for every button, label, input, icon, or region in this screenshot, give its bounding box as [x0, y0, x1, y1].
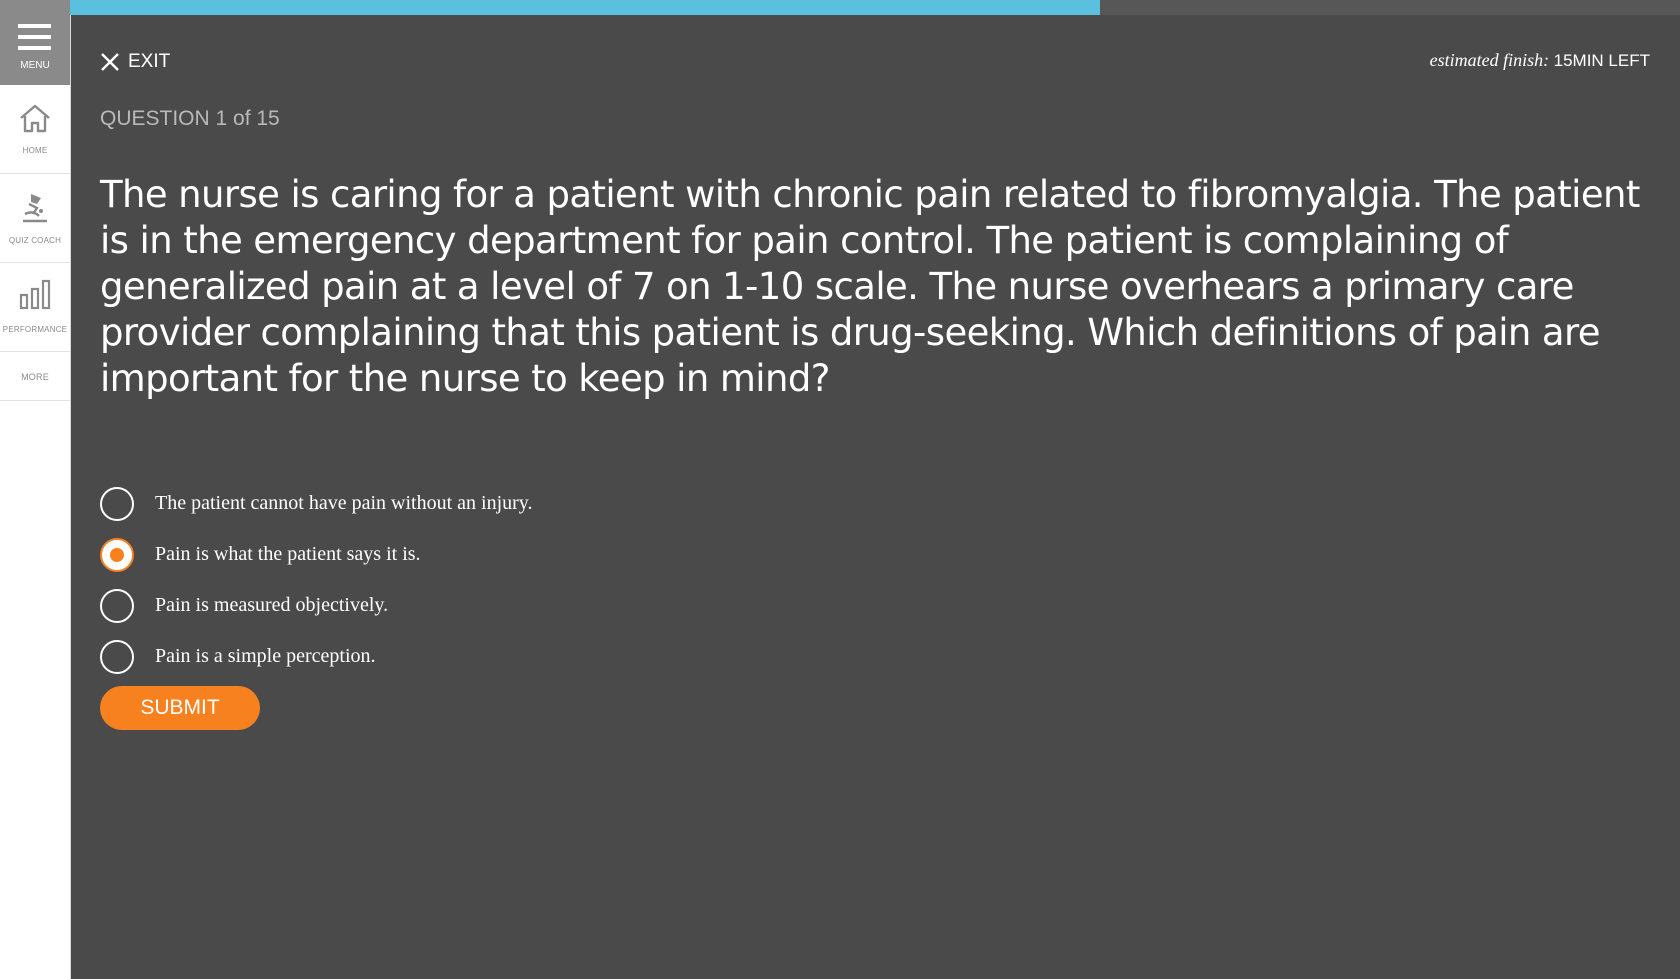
close-icon	[101, 53, 119, 71]
menu-button[interactable]: MENU	[0, 0, 70, 85]
progress-fill	[70, 0, 1101, 15]
sidebar-item-quiz-coach[interactable]: QUIZ COACH	[0, 174, 70, 263]
estimated-finish: estimated finish: 15MIN LEFT	[1430, 50, 1650, 71]
home-icon	[20, 104, 50, 133]
menu-label: MENU	[20, 60, 50, 71]
answer-option[interactable]: The patient cannot have pain without an …	[100, 478, 1000, 529]
answer-option[interactable]: Pain is a simple perception.	[100, 631, 1000, 682]
answer-option-text: Pain is what the patient says it is.	[155, 543, 421, 565]
sidebar-item-performance[interactable]: PERFORMANCE	[0, 263, 70, 352]
performance-chart-icon	[19, 279, 51, 310]
question-counter: QUESTION 1 of 15	[100, 107, 280, 130]
sidebar-item-label: PERFORMANCE	[2, 325, 68, 334]
answer-options: The patient cannot have pain without an …	[100, 478, 1000, 682]
submit-button[interactable]: SUBMIT	[100, 686, 260, 730]
answer-option-text: The patient cannot have pain without an …	[155, 492, 533, 514]
radio-button[interactable]	[100, 486, 134, 521]
sidebar-item-label: QUIZ COACH	[8, 236, 62, 245]
estimate-value: 15MIN LEFT	[1553, 51, 1650, 70]
sidebar-item-more[interactable]: MORE	[0, 352, 70, 401]
exit-label: EXIT	[128, 51, 171, 72]
hamburger-icon	[18, 24, 51, 51]
sidebar-item-home[interactable]: HOME	[0, 85, 70, 174]
quiz-coach-icon	[23, 194, 47, 223]
sidebar-item-label: MORE	[21, 372, 49, 382]
answer-option-text: Pain is a simple perception.	[155, 645, 376, 667]
sidebar: MENU HOME QUIZ COACH PERFORMANCE MORE	[0, 0, 71, 979]
radio-button[interactable]	[100, 588, 134, 623]
radio-button[interactable]	[100, 537, 134, 572]
answer-option[interactable]: Pain is measured objectively.	[100, 580, 1000, 631]
answer-option-text: Pain is measured objectively.	[155, 594, 389, 616]
radio-button[interactable]	[100, 639, 134, 674]
sidebar-item-label: HOME	[22, 146, 48, 155]
estimate-label: estimated finish:	[1429, 50, 1550, 70]
exit-button[interactable]: EXIT	[100, 48, 170, 76]
question-text: The nurse is caring for a patient with c…	[100, 173, 1640, 400]
answer-option[interactable]: Pain is what the patient says it is.	[100, 529, 1000, 580]
progress-bar	[70, 0, 1680, 15]
